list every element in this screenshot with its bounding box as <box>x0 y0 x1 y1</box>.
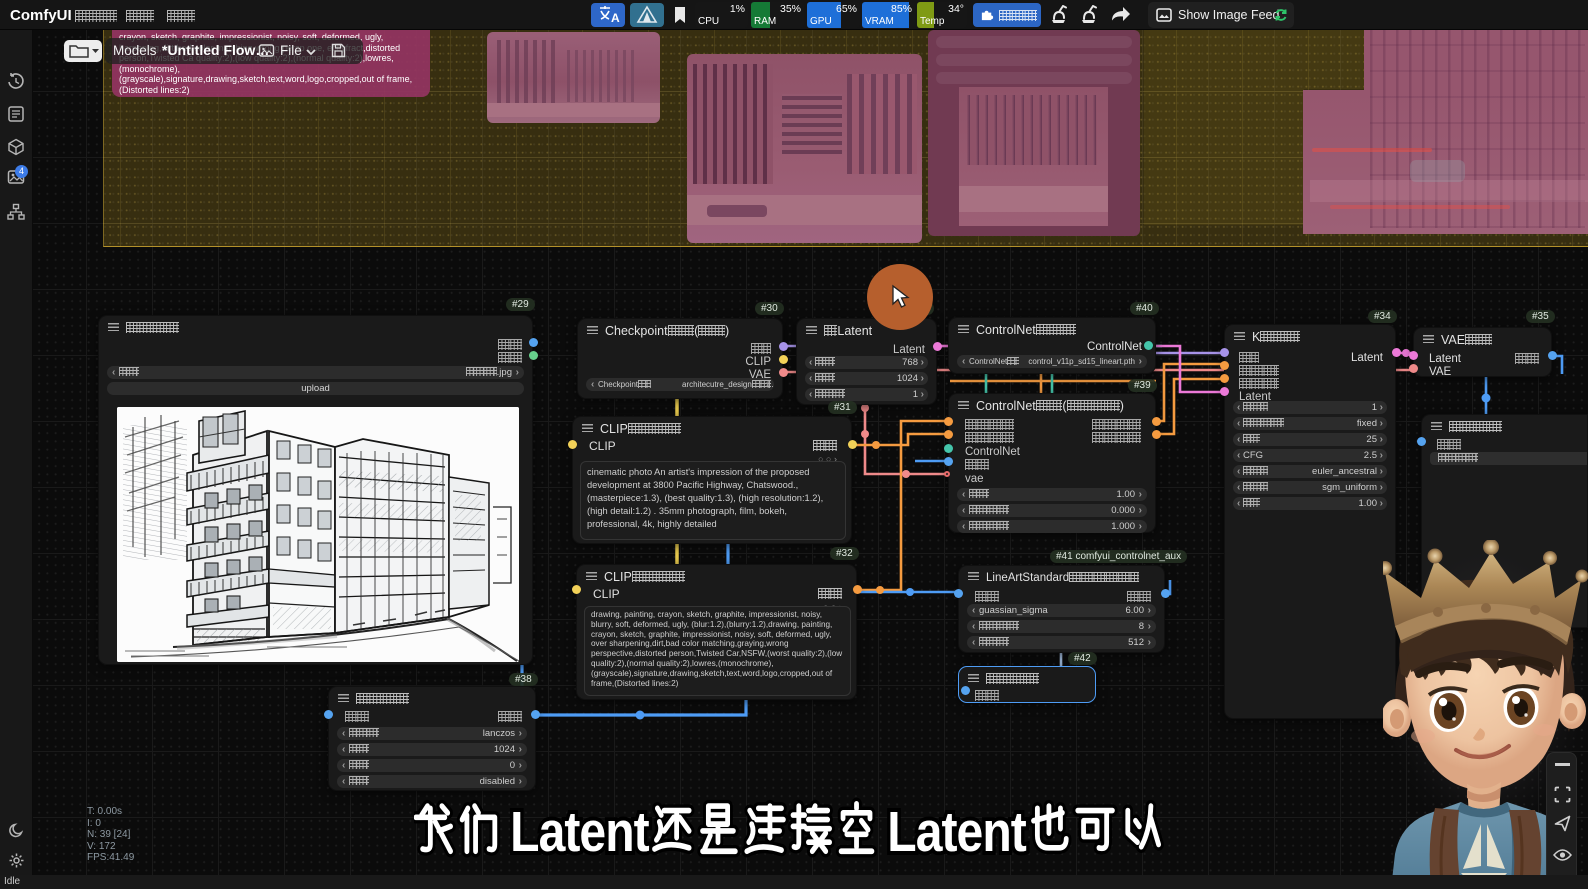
svg-text:Latent: Latent <box>887 802 1026 861</box>
svg-text:A: A <box>611 11 620 25</box>
svg-text:Latent: Latent <box>510 802 649 861</box>
